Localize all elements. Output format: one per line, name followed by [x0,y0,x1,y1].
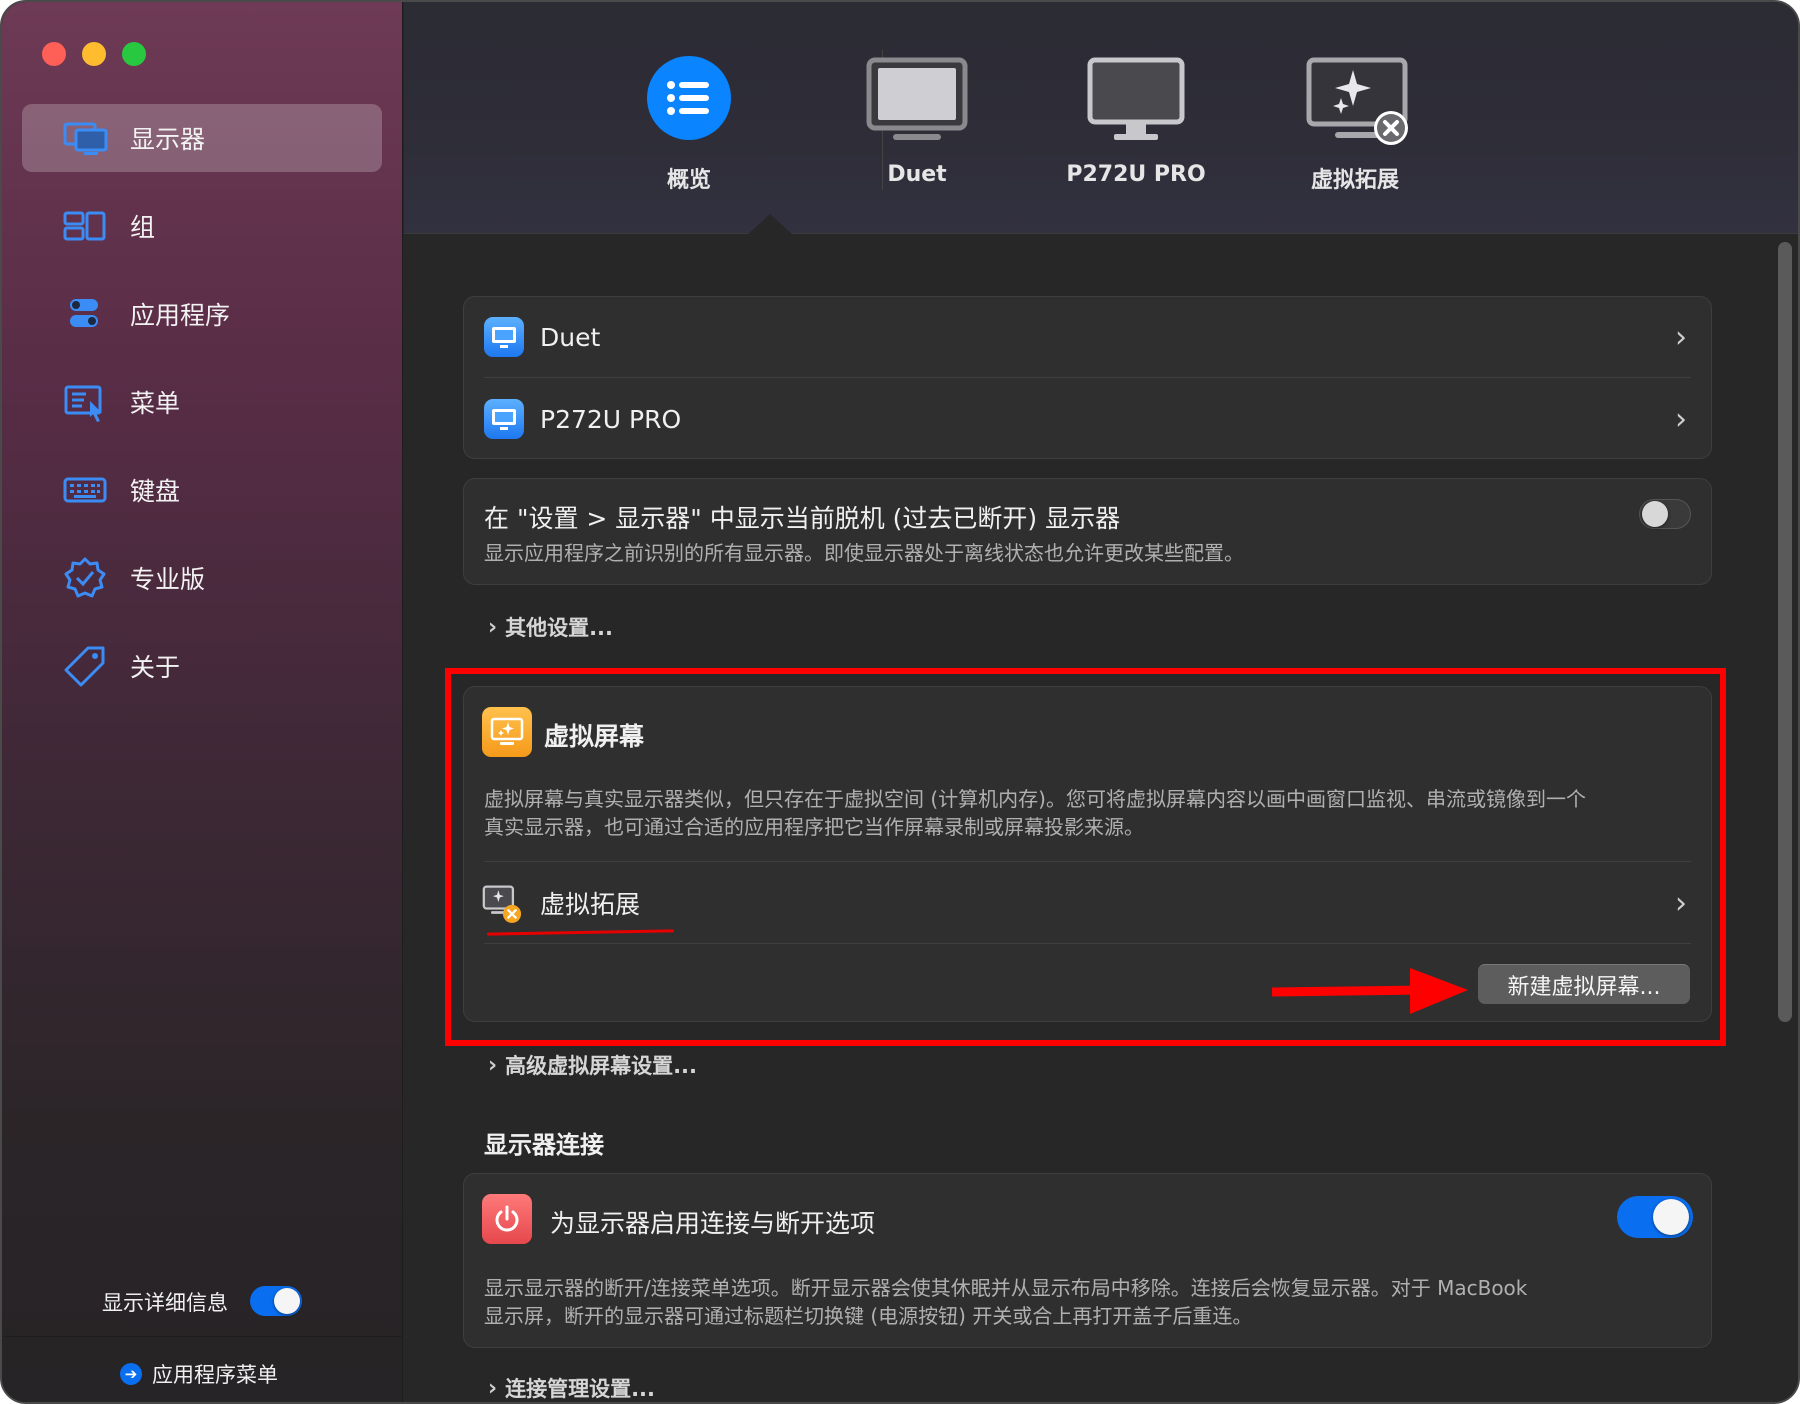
sidebar-item-menu[interactable]: 菜单 [22,368,382,436]
display-row-duet[interactable]: Duet › [464,297,1711,377]
close-window-button[interactable] [42,42,66,66]
zoom-window-button[interactable] [122,42,146,66]
app-toggles-icon [60,289,110,339]
vertical-scrollbar[interactable] [1778,242,1792,1022]
offline-setting-description: 显示应用程序之前识别的所有显示器。即使显示器处于离线状态也允许更改某些配置。 [484,541,1244,565]
disclosure-label: 其他设置... [505,616,614,640]
selected-tab-pointer [748,214,792,234]
display-connection-heading: 显示器连接 [484,1131,604,1159]
sidebar-item-label: 应用程序 [130,301,231,330]
keyboard-icon [60,465,110,515]
disclosure-label: 连接管理设置... [505,1377,656,1401]
show-details-toggle[interactable] [250,1286,302,1316]
display-icon [484,399,524,439]
tab-duet[interactable]: Duet [832,54,1002,187]
tab-label: 虚拟拓展 [1310,168,1399,193]
tab-overview[interactable]: 概览 [604,54,774,194]
advanced-virtual-settings-disclosure[interactable]: › 高级虚拟屏幕设置... [488,1050,697,1080]
tab-label: 概览 [666,168,711,193]
other-settings-disclosure[interactable]: › 其他设置... [488,612,613,642]
tag-icon [60,641,110,691]
chevron-right-icon: › [488,1052,498,1078]
annotation-arrow-icon [1272,968,1468,1014]
sidebar-item-label: 组 [130,213,156,242]
monitor-stand-icon [1051,54,1221,154]
app-menu-link[interactable]: ➔ 应用程序菜单 [120,1359,278,1389]
monitor-icon [832,54,1002,154]
display-connection-card: 为显示器启用连接与断开选项 显示显示器的断开/连接菜单选项。断开显示器会使其休眠… [463,1173,1712,1348]
sidebar-item-label: 显示器 [130,125,206,154]
sidebar-divider [2,1336,403,1337]
menu-icon [60,377,110,427]
offline-setting-title: 在 "设置 > 显示器" 中显示当前脱机 (过去已断开) 显示器 [484,504,1121,533]
sidebar-item-pro[interactable]: 专业版 [22,544,382,612]
display-name: P272U PRO [540,404,682,434]
power-icon [482,1194,532,1244]
offline-displays-card: 在 "设置 > 显示器" 中显示当前脱机 (过去已断开) 显示器 显示应用程序之… [463,478,1712,585]
connection-options-toggle[interactable] [1617,1196,1693,1238]
groups-icon [60,201,110,251]
tab-label: P272U PRO [1066,162,1206,187]
list-icon [604,54,774,154]
app-window: 显示器 组 应用程序 菜单 键盘 专业版 关于 显示详细信息 ➔ 应用程序菜单 … [0,0,1800,1404]
sidebar-item-label: 关于 [130,653,181,682]
displays-icon [60,113,110,163]
chevron-right-icon: › [1675,319,1687,355]
display-row-p272u-pro[interactable]: P272U PRO › [464,379,1711,459]
sidebar-item-label: 菜单 [130,389,181,418]
tab-virtual-extension[interactable]: 虚拟拓展 [1270,54,1440,194]
connection-description-line1: 显示显示器的断开/连接菜单选项。断开显示器会使其休眠并从显示布局中移除。连接后会… [484,1276,1528,1300]
connection-settings-disclosure[interactable]: › 连接管理设置... [488,1373,656,1402]
tab-label: Duet [887,162,947,187]
sidebar-item-apps[interactable]: 应用程序 [22,280,382,348]
connection-title: 为显示器启用连接与断开选项 [550,1209,876,1238]
arrow-right-circle-icon: ➔ [120,1363,142,1385]
pro-badge-icon [60,553,110,603]
chevron-right-icon: › [1675,401,1687,437]
chevron-right-icon: › [488,1375,498,1401]
display-name: Duet [540,322,601,352]
sidebar-item-about[interactable]: 关于 [22,632,382,700]
sidebar-item-groups[interactable]: 组 [22,192,382,260]
offline-displays-toggle[interactable] [1639,499,1691,529]
show-details-label: 显示详细信息 [102,1291,228,1315]
tab-p272u-pro[interactable]: P272U PRO [1051,54,1221,187]
app-menu-label: 应用程序菜单 [152,1363,278,1387]
virtual-display-icon [1270,54,1440,154]
disclosure-label: 高级虚拟屏幕设置... [505,1054,698,1078]
displays-list-card: Duet › P272U PRO › [463,296,1712,459]
display-tabs-bar: 概览 Duet P272U PRO 虚拟拓展 [404,2,1798,234]
chevron-right-icon: › [488,614,498,640]
display-icon [484,317,524,357]
sidebar-item-label: 键盘 [130,477,181,506]
minimize-window-button[interactable] [82,42,106,66]
sidebar-item-displays[interactable]: 显示器 [22,104,382,172]
sidebar: 显示器 组 应用程序 菜单 键盘 专业版 关于 显示详细信息 ➔ 应用程序菜单 [2,2,403,1402]
connection-description-line2: 显示屏，断开的显示器可通过标题栏切换键 (电源按钮) 开关或合上再打开盖子后重连… [484,1304,1253,1328]
sidebar-item-keyboard[interactable]: 键盘 [22,456,382,524]
annotation-highlight-box [445,668,1726,1046]
row-divider [484,377,1691,378]
sidebar-item-label: 专业版 [130,565,206,594]
